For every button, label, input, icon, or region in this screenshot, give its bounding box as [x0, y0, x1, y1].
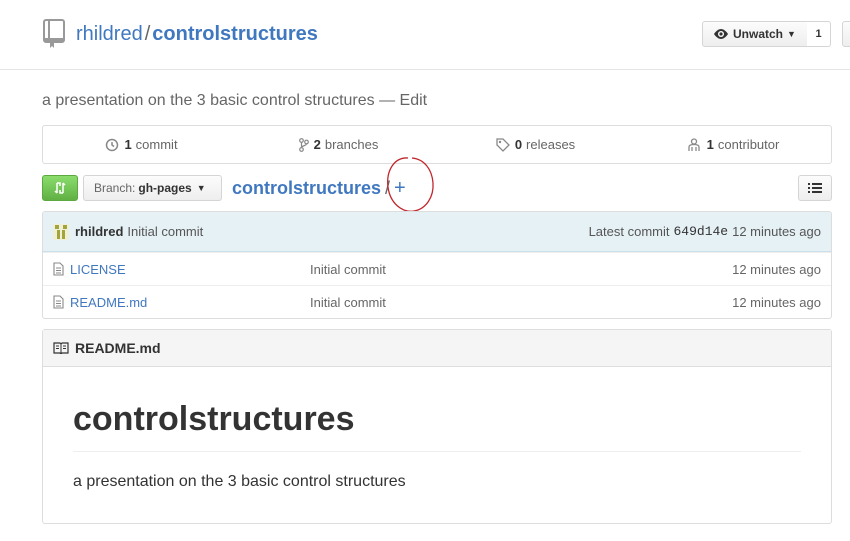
commit-sha-link[interactable]: 649d14e: [673, 224, 728, 239]
branches-label: branches: [324, 137, 379, 152]
commit-author-link[interactable]: rhildred: [75, 224, 123, 239]
list-icon: [808, 183, 822, 193]
list-view-button[interactable]: [798, 175, 832, 201]
readme-filename: README.md: [75, 340, 161, 356]
unwatch-label: Unwatch: [733, 27, 784, 41]
contributors-label: contributor: [717, 137, 780, 152]
tag-icon: [496, 137, 510, 152]
table-row: README.md Initial commit 12 minutes ago: [43, 285, 831, 318]
avatar[interactable]: [53, 223, 69, 240]
releases-label: releases: [526, 137, 576, 152]
title-separator: /: [144, 23, 151, 45]
readme-panel: README.md controlstructures a presentati…: [42, 329, 832, 524]
compare-button[interactable]: [42, 175, 78, 201]
chevron-down-icon: ▼: [787, 29, 796, 39]
commits-stat[interactable]: 1 commit: [43, 126, 240, 163]
file-age: 12 minutes ago: [732, 261, 821, 277]
unwatch-button[interactable]: Unwatch ▼: [702, 21, 808, 47]
description-dash: —: [379, 92, 396, 109]
history-icon: [106, 138, 119, 151]
divider: [73, 451, 801, 452]
readme-heading: controlstructures: [73, 400, 355, 438]
eye-icon: [714, 29, 728, 39]
repo-description: a presentation on the 3 basic control st…: [42, 91, 427, 111]
branch-name: gh-pages: [138, 181, 192, 195]
readme-header: README.md: [43, 330, 831, 367]
book-icon: [53, 342, 69, 354]
latest-commit-bar: rhildred Initial commit Latest commit 64…: [43, 212, 831, 252]
commit-message-link[interactable]: Initial commit: [127, 224, 203, 239]
description-text: a presentation on the 3 basic control st…: [42, 92, 375, 109]
contributors-stat[interactable]: 1 contributor: [634, 126, 831, 163]
readme-paragraph: a presentation on the 3 basic control st…: [73, 473, 406, 490]
watch-count[interactable]: 1: [807, 21, 831, 47]
owner-link[interactable]: rhildred: [76, 23, 143, 45]
releases-stat[interactable]: 0 releases: [437, 126, 634, 163]
organization-icon: [688, 137, 700, 151]
contributors-count: 1: [706, 137, 714, 152]
stats-bar: 1 commit 2 branches 0 releases 1 contrib…: [42, 125, 832, 164]
file-commit-message[interactable]: Initial commit: [310, 295, 386, 310]
table-row: LICENSE Initial commit 12 minutes ago: [43, 252, 831, 285]
file-icon: [53, 295, 64, 309]
branch-select-button[interactable]: Branch: gh-pages ▼: [83, 175, 222, 201]
repo-title: rhildred / controlstructures: [76, 22, 318, 46]
chevron-down-icon: ▼: [196, 183, 206, 193]
branches-stat[interactable]: 2 branches: [240, 126, 437, 163]
file-icon: [53, 262, 64, 276]
latest-commit-label: Latest commit: [588, 224, 670, 239]
edit-description-link[interactable]: Edit: [400, 92, 428, 109]
file-link[interactable]: README.md: [70, 295, 147, 310]
branches-count: 2: [313, 137, 321, 152]
branch-icon: [298, 137, 309, 152]
file-table: rhildred Initial commit Latest commit 64…: [42, 211, 832, 319]
commits-label: commit: [135, 137, 178, 152]
compare-icon: [54, 182, 66, 194]
repo-icon: [43, 19, 65, 48]
star-button-edge[interactable]: [842, 21, 850, 47]
file-link[interactable]: LICENSE: [70, 262, 126, 277]
commits-count: 1: [124, 137, 132, 152]
file-age: 12 minutes ago: [732, 294, 821, 310]
breadcrumb: controlstructures / +: [232, 177, 406, 199]
releases-count: 0: [514, 137, 523, 152]
branch-prefix: Branch:: [94, 181, 136, 195]
add-file-button[interactable]: +: [394, 177, 406, 199]
file-commit-message[interactable]: Initial commit: [310, 262, 386, 277]
breadcrumb-separator: /: [385, 178, 391, 198]
commit-age: 12 minutes ago: [732, 224, 821, 239]
breadcrumb-repo-link[interactable]: controlstructures: [232, 178, 381, 198]
repo-name-link[interactable]: controlstructures: [152, 23, 318, 45]
repo-header: rhildred / controlstructures Unwatch ▼ 1: [0, 0, 850, 70]
